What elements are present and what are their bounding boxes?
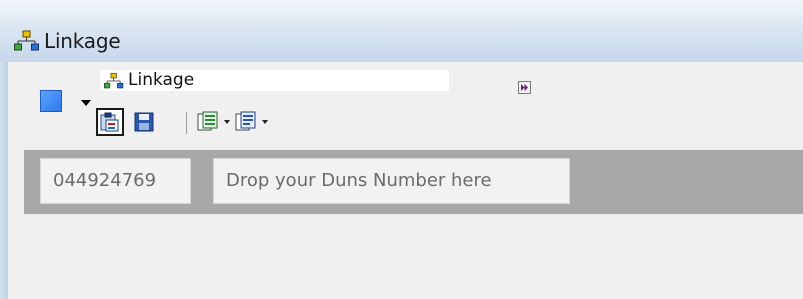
- toolbar: [96, 108, 316, 138]
- paste-link-icon: [100, 112, 119, 132]
- toolbar-separator: [186, 112, 187, 134]
- export-word-icon: [235, 111, 256, 131]
- export-excel-button[interactable]: [194, 108, 222, 136]
- color-swatch[interactable]: [40, 90, 62, 112]
- expand-button[interactable]: [518, 81, 531, 94]
- export-word-button[interactable]: [232, 108, 260, 136]
- window-titlebar: Linkage: [0, 0, 803, 62]
- save-button[interactable]: [130, 108, 158, 136]
- hierarchy-icon: [14, 30, 39, 51]
- duns-drop-zone[interactable]: Drop your Duns Number here: [213, 158, 570, 204]
- export-excel-icon: [197, 111, 218, 131]
- chevron-down-icon[interactable]: [224, 120, 230, 124]
- fast-forward-icon: [521, 84, 528, 91]
- duns-input-bar: 044924769 Drop your Duns Number here: [24, 150, 803, 214]
- document-title: Linkage: [128, 70, 195, 90]
- window-left-edge: [0, 62, 8, 299]
- content-panel: Linkage 044924769 Drop your Duns Number …: [8, 62, 803, 299]
- hierarchy-icon: [104, 72, 124, 89]
- document-title-bar: Linkage: [100, 70, 531, 94]
- chevron-down-icon[interactable]: [81, 100, 91, 106]
- duns-number-field[interactable]: 044924769: [40, 158, 191, 204]
- save-icon: [134, 112, 154, 132]
- window-title: Linkage: [44, 29, 121, 53]
- chevron-down-icon[interactable]: [262, 120, 268, 124]
- paste-link-button[interactable]: [96, 108, 124, 136]
